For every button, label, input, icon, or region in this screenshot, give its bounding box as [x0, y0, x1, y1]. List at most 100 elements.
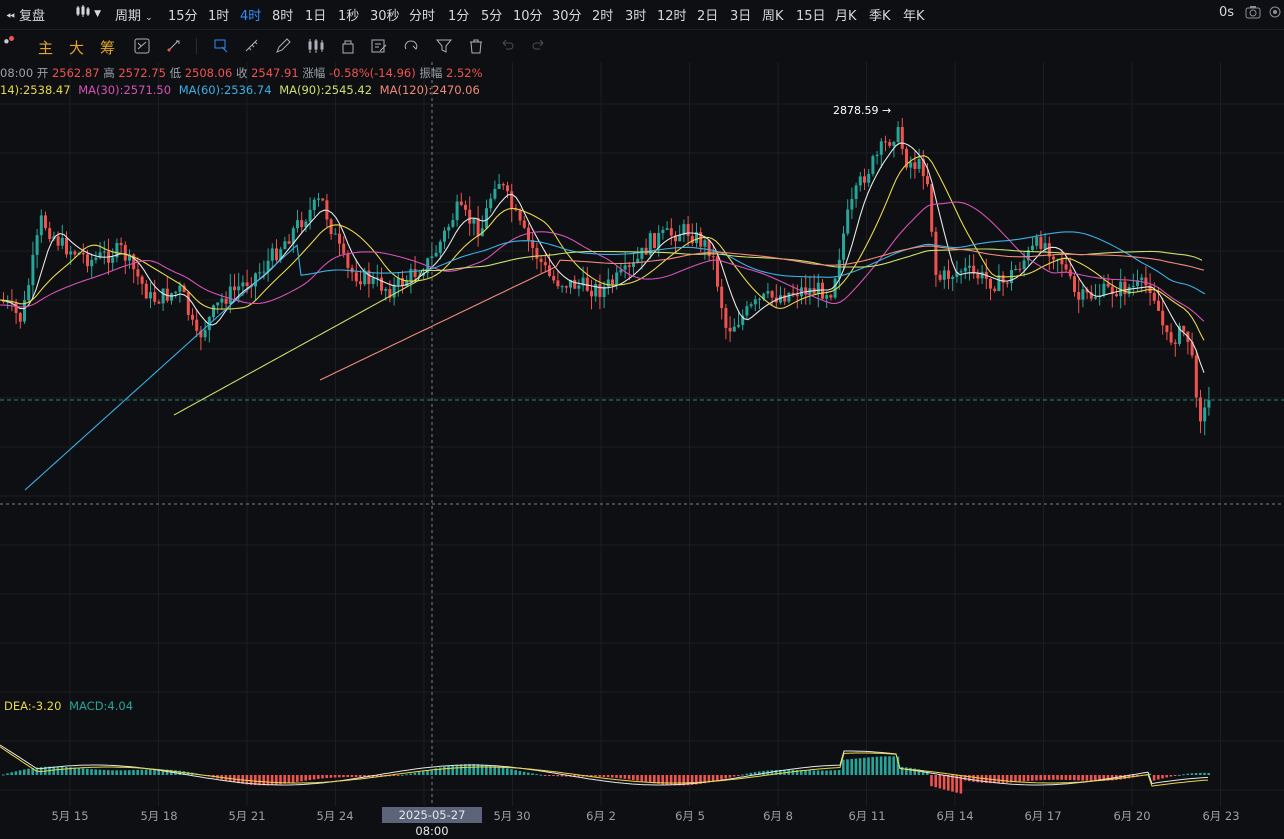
interval-13[interactable]: 3时	[625, 5, 646, 24]
candle-body	[1161, 310, 1165, 326]
candle-body	[161, 288, 165, 304]
candle-body	[153, 292, 157, 302]
select-cursor-icon[interactable]	[212, 37, 230, 55]
settings-icon[interactable]	[1268, 5, 1282, 23]
camera-icon[interactable]	[1245, 5, 1261, 23]
macd-bar	[972, 775, 975, 782]
macd-bar	[1056, 775, 1059, 780]
candle-body	[896, 127, 900, 142]
candle-body	[338, 233, 341, 244]
rewind-icon: ⏪︎	[6, 10, 15, 23]
replay-button[interactable]: ⏪︎ 复盘	[6, 5, 45, 24]
macd-bar	[1043, 775, 1047, 780]
macd-bar	[401, 774, 404, 776]
draw-tools-icon[interactable]	[165, 37, 183, 55]
chip-distribution-button[interactable]: 筹	[100, 37, 115, 58]
indicator-settings-icon[interactable]	[133, 37, 151, 55]
interval-3[interactable]: 8时	[272, 5, 293, 24]
moving-averages-layer	[0, 142, 1206, 491]
interval-6[interactable]: 30秒	[370, 5, 400, 24]
macd-bar	[678, 775, 681, 786]
trash-icon[interactable]	[467, 37, 485, 55]
candle-body	[296, 220, 299, 229]
interval-16[interactable]: 3日	[730, 5, 751, 24]
macd-bar	[27, 768, 30, 775]
candle-body	[451, 220, 455, 227]
interval-17[interactable]: 周K	[762, 5, 784, 24]
filter-icon[interactable]	[435, 37, 453, 55]
main-indicator-button[interactable]: 主	[38, 37, 53, 58]
macd-bar	[417, 771, 421, 775]
interval-11[interactable]: 30分	[552, 5, 582, 24]
macd-bar	[632, 775, 635, 781]
candle-body	[262, 271, 266, 273]
macd-bar	[846, 759, 849, 775]
candle-body	[157, 301, 161, 304]
period-dropdown[interactable]: 周期 ⌄	[115, 5, 153, 24]
candle-body	[539, 258, 543, 263]
macd-bar	[52, 766, 55, 775]
macd-bar	[1203, 772, 1206, 775]
undo-icon[interactable]	[498, 37, 516, 55]
macd-bar	[350, 775, 354, 778]
interval-4[interactable]: 1日	[305, 5, 326, 24]
macd-bar	[455, 764, 459, 775]
kline-chart[interactable]	[0, 0, 1284, 824]
interval-0[interactable]: 15分	[168, 5, 198, 24]
interval-8[interactable]: 1分	[448, 5, 469, 24]
macd-bar	[342, 775, 345, 778]
candle-body	[144, 283, 148, 299]
candle-body	[216, 302, 220, 306]
candle-body	[842, 233, 845, 260]
interval-9[interactable]: 5分	[481, 5, 502, 24]
candle-body	[39, 215, 43, 236]
interval-10[interactable]: 10分	[513, 5, 543, 24]
candle-body	[552, 275, 556, 281]
candle-body	[485, 208, 488, 229]
big-order-button[interactable]: 大	[69, 37, 84, 58]
candle-body	[86, 254, 89, 267]
macd-bar	[812, 770, 816, 775]
interval-15[interactable]: 2日	[697, 5, 718, 24]
candle-body	[468, 209, 472, 224]
pen-icon[interactable]	[274, 37, 292, 55]
interval-12[interactable]: 2时	[592, 5, 613, 24]
interval-18[interactable]: 15日	[796, 5, 826, 24]
candle-body	[308, 209, 312, 222]
interval-19[interactable]: 月K	[835, 5, 857, 24]
edit-note-icon[interactable]	[370, 37, 388, 55]
candle-body	[1102, 283, 1106, 296]
candle-body	[867, 173, 871, 183]
macd-bar	[560, 775, 564, 777]
candle-body	[506, 185, 509, 192]
candle-body	[951, 276, 955, 279]
lock-icon[interactable]	[339, 37, 357, 55]
candle-body	[140, 276, 144, 284]
bar-time: 08:00	[0, 66, 34, 80]
candle-pattern-icon[interactable]	[307, 37, 325, 55]
interval-20[interactable]: 季K	[869, 5, 891, 24]
interval-21[interactable]: 年K	[903, 5, 925, 24]
candle-body	[434, 252, 438, 257]
macd-bar	[275, 775, 278, 785]
ruler-icon[interactable]	[243, 37, 261, 55]
macd-bar	[1085, 775, 1089, 781]
interval-5[interactable]: 1秒	[338, 5, 359, 24]
candle-body	[884, 141, 887, 143]
macd-bar	[94, 769, 97, 775]
interval-7[interactable]: 分时	[409, 5, 435, 24]
interval-1[interactable]: 1时	[208, 5, 229, 24]
candle-body	[623, 265, 627, 270]
candle-body	[1022, 260, 1026, 270]
macd-bar	[829, 770, 832, 775]
interval-2[interactable]: 4时	[240, 5, 261, 24]
macd-bar	[552, 775, 555, 776]
redo-icon[interactable]	[530, 37, 548, 55]
candle-body	[669, 228, 673, 236]
candle-body	[300, 220, 304, 228]
interval-14[interactable]: 12时	[657, 5, 687, 24]
dea-value: DEA:-3.20	[4, 699, 62, 713]
macd-bar	[1035, 775, 1038, 781]
chart-style-dropdown[interactable]: ▼	[76, 5, 101, 20]
magnet-icon[interactable]	[402, 37, 420, 55]
